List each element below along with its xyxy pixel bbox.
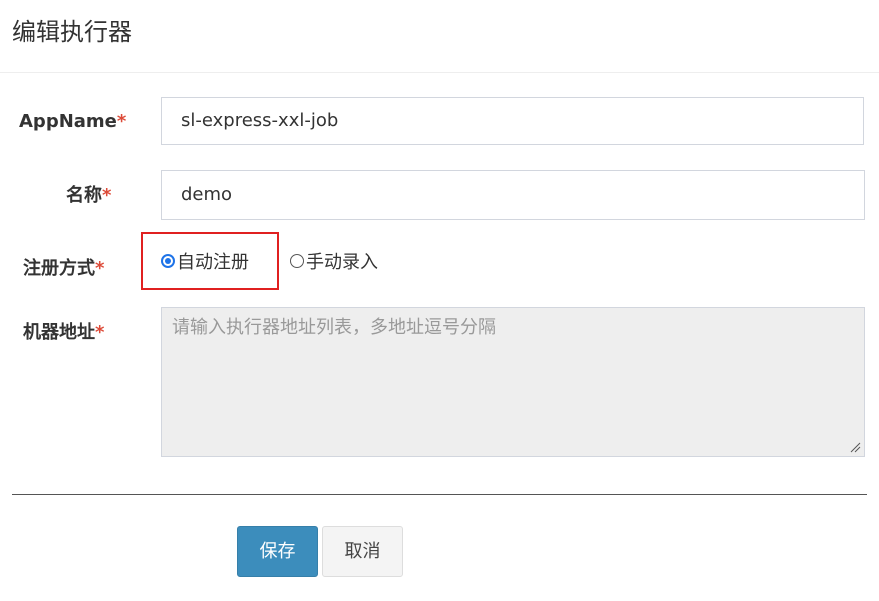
radio-auto-register[interactable]: 自动注册 bbox=[161, 248, 249, 274]
cancel-button[interactable]: 取消 bbox=[322, 526, 403, 577]
dialog-header: 编辑执行器 bbox=[0, 0, 879, 73]
name-input[interactable]: demo bbox=[161, 170, 865, 220]
register-type-label-text: 注册方式 bbox=[23, 258, 95, 279]
radio-checked-icon[interactable] bbox=[161, 254, 175, 268]
address-textarea[interactable]: 请输入执行器地址列表，多地址逗号分隔 bbox=[161, 307, 865, 457]
form-divider bbox=[12, 494, 867, 495]
resize-handle-icon[interactable] bbox=[850, 442, 861, 453]
appname-label-text: AppName bbox=[19, 111, 117, 132]
address-label-text: 机器地址 bbox=[23, 322, 95, 343]
save-button[interactable]: 保存 bbox=[237, 526, 318, 577]
required-mark: * bbox=[102, 185, 112, 206]
address-label: 机器地址* bbox=[23, 321, 104, 345]
radio-manual-input-label: 手动录入 bbox=[306, 252, 378, 273]
appname-input[interactable]: sl-express-xxl-job bbox=[161, 97, 864, 145]
register-type-label: 注册方式* bbox=[23, 257, 104, 281]
appname-label: AppName* bbox=[19, 110, 126, 134]
radio-manual-input[interactable]: 手动录入 bbox=[290, 248, 378, 274]
radio-auto-register-label: 自动注册 bbox=[177, 252, 249, 273]
required-mark: * bbox=[116, 111, 127, 132]
name-label: 名称* bbox=[66, 184, 111, 208]
required-mark: * bbox=[95, 322, 105, 343]
address-placeholder: 请输入执行器地址列表，多地址逗号分隔 bbox=[172, 317, 496, 338]
required-mark: * bbox=[95, 258, 105, 279]
name-label-text: 名称 bbox=[66, 185, 102, 206]
dialog-title: 编辑执行器 bbox=[12, 18, 132, 46]
radio-unchecked-icon[interactable] bbox=[290, 254, 304, 268]
